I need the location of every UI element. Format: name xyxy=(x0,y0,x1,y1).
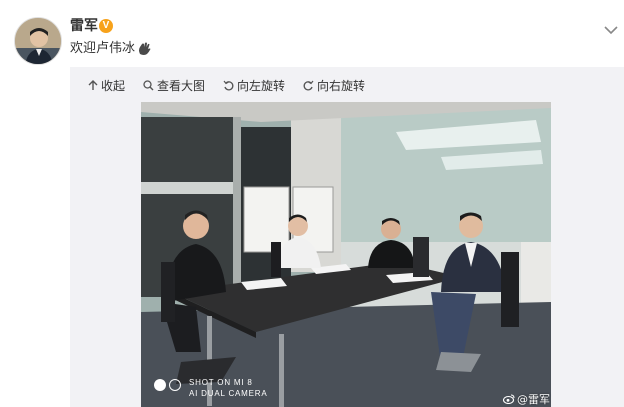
avatar[interactable] xyxy=(14,17,62,65)
camera-watermark-line2: AI DUAL CAMERA xyxy=(189,389,268,398)
search-icon xyxy=(143,79,154,90)
camera-dot-filled xyxy=(154,379,166,391)
rotate-right-icon xyxy=(303,80,314,90)
weibo-icon xyxy=(503,394,515,404)
weibo-watermark: @雷军 xyxy=(503,391,550,407)
username[interactable]: 雷军 xyxy=(70,17,98,35)
rotate-right-button[interactable]: 向右旋转 xyxy=(303,77,365,94)
wave-hand-icon xyxy=(136,41,152,57)
rotate-left-button[interactable]: 向左旋转 xyxy=(223,77,285,94)
collapse-label: 收起 xyxy=(101,78,126,93)
rotate-left-icon xyxy=(223,80,234,90)
rotate-left-label: 向左旋转 xyxy=(237,78,286,93)
watermark-text: @雷军 xyxy=(517,393,550,406)
collapse-icon xyxy=(88,79,98,90)
meeting-room-photo xyxy=(141,102,551,407)
rotate-right-label: 向右旋转 xyxy=(317,78,366,93)
camera-logo xyxy=(154,379,184,391)
camera-dot-outline xyxy=(169,379,181,391)
post-text: 欢迎卢伟冰 xyxy=(70,41,136,56)
chevron-down-icon[interactable] xyxy=(604,20,618,35)
media-toolbar: 收起 查看大图 向左旋转 向右旋转 xyxy=(88,76,383,94)
view-large-label: 查看大图 xyxy=(157,78,206,93)
post-photo[interactable] xyxy=(141,102,551,407)
verified-badge: V xyxy=(99,19,113,33)
collapse-button[interactable]: 收起 xyxy=(88,77,125,94)
view-large-button[interactable]: 查看大图 xyxy=(143,77,205,94)
camera-watermark-line1: SHOT ON MI 8 xyxy=(189,378,253,387)
avatar-image xyxy=(15,18,61,64)
